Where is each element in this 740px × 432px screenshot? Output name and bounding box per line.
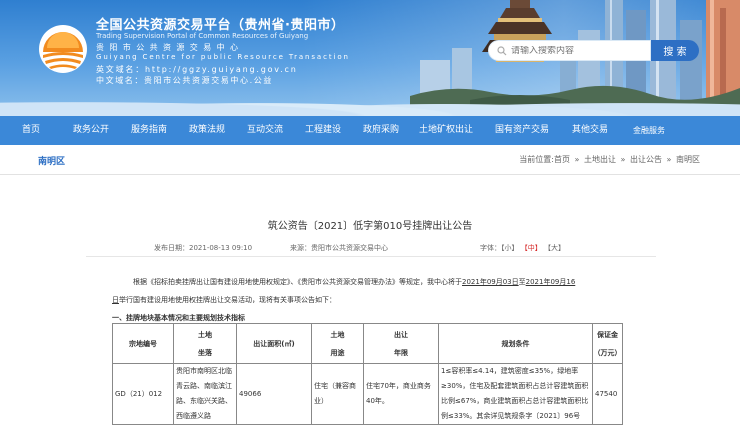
nav-item-other-trading[interactable]: 其他交易 <box>562 116 618 145</box>
breadcrumb-link-home[interactable]: 首页 <box>554 155 570 164</box>
breadcrumb-prefix: 当前位置: <box>519 155 554 164</box>
search-input[interactable] <box>511 45 631 56</box>
end-date: 2021年09月16 <box>525 278 576 286</box>
col-header-deposit-line1: 保证金 <box>597 330 618 339</box>
nav-item-home[interactable]: 首页 <box>0 116 62 145</box>
col-header-planning: 规划条件 <box>438 323 593 364</box>
col-header-term-line1: 出让 <box>394 330 408 339</box>
chinese-domain: 中文域名：贵阳市公共资源交易中心.公益 <box>96 76 273 85</box>
search-button[interactable]: 搜 索 <box>651 40 699 61</box>
site-title: 全国公共资源交易平台（贵州省·贵阳市） <box>96 18 345 33</box>
main-nav: 首页 政务公开 服务指南 政策法规 互动交流 工程建设 政府采购 土地矿权出让 … <box>0 116 740 145</box>
section-heading: 一、挂牌地块基本情况和主要规划技术指标 <box>112 314 245 322</box>
intro-paragraph-line2: 日举行国有建设用地使用权挂牌出让交易活动，现将有关事项公告如下： <box>112 295 336 305</box>
intro-paragraph-line1: 根据《招标拍卖挂牌出让国有建设用地使用权规定》、《贵阳市公共资源交易管理办法》等… <box>133 277 575 287</box>
cell-term: 住宅70年，商业商务40年。 <box>363 363 439 425</box>
nav-item-construction[interactable]: 工程建设 <box>294 116 352 145</box>
col-header-area: 出让面积(㎡) <box>236 323 312 364</box>
nav-item-land-mining[interactable]: 土地矿权出让 <box>410 116 482 145</box>
breadcrumb: 当前位置:首页 » 土地出让 » 出让公告 » 南明区 <box>519 154 700 165</box>
intro-text: 根据《招标拍卖挂牌出让国有建设用地使用权规定》、《贵阳市公共资源交易管理办法》等… <box>133 278 462 286</box>
font-large-button[interactable]: 【大】 <box>544 244 565 252</box>
nav-item-procurement[interactable]: 政府采购 <box>352 116 410 145</box>
breadcrumb-separator: » <box>620 155 626 164</box>
col-header-location-line2: 坐落 <box>198 348 212 357</box>
table-row: GD（21）012 贵阳市南明区北临青云路、南临滨江路、东临兴关路、西临遵义路 … <box>112 363 623 425</box>
col-header-deposit: 保证金 （万元） <box>592 323 623 364</box>
publish-date: 发布日期：2021-08-13 09:10 <box>154 244 253 252</box>
col-header-parcel: 宗地编号 <box>112 323 174 364</box>
breadcrumb-link-notices[interactable]: 出让公告 <box>630 155 662 164</box>
breadcrumb-separator: » <box>666 155 672 164</box>
intro-to: 至 <box>518 278 526 286</box>
col-header-term-line2: 年限 <box>394 348 408 357</box>
col-header-deposit-line2: （万元） <box>593 348 622 357</box>
english-domain: 英文域名：http://ggzy.guiyang.gov.cn <box>96 65 298 74</box>
search-box <box>488 40 651 61</box>
col-header-use: 土地 用途 <box>311 323 364 364</box>
breadcrumb-bar: 南明区 当前位置:首页 » 土地出让 » 出让公告 » 南明区 <box>0 145 740 175</box>
nav-item-financial[interactable]: 金融服务 <box>618 116 680 145</box>
font-size-label: 字体： <box>480 244 501 252</box>
col-header-use-line2: 用途 <box>330 348 345 357</box>
col-header-location: 土地 坐落 <box>173 323 237 364</box>
nav-item-policies[interactable]: 政策法规 <box>178 116 236 145</box>
cell-deposit: 47540 <box>592 363 623 425</box>
article-source: 来源：贵阳市公共资源交易中心 <box>290 244 388 252</box>
nav-item-service-guide[interactable]: 服务指南 <box>120 116 178 145</box>
cell-planning: 1≤容积率≤4.14，建筑密度≤35%，绿地率≥30%，住宅及配套建筑面积占总计… <box>438 363 593 425</box>
site-subtitle: 贵阳市公共资源交易中心 <box>96 43 244 52</box>
nav-item-state-assets[interactable]: 国有资产交易 <box>482 116 562 145</box>
start-date: 2021年09月03日 <box>462 278 519 286</box>
col-header-term: 出让 年限 <box>363 323 439 364</box>
site-header: 全国公共资源交易平台（贵州省·贵阳市） Trading Supervision … <box>0 0 740 116</box>
col-header-use-line1: 土地 <box>330 330 345 339</box>
col-header-location-line1: 土地 <box>198 330 212 339</box>
site-logo-icon <box>39 25 87 73</box>
font-size-controls: 字体：【小】 【中】 【大】 <box>480 243 565 253</box>
nav-item-government-affairs[interactable]: 政务公开 <box>62 116 120 145</box>
breadcrumb-separator: » <box>574 155 580 164</box>
site-subtitle-english: Guiyang Centre for public Resource Trans… <box>96 53 350 61</box>
search-icon <box>497 45 507 55</box>
parcel-table: 宗地编号 土地 坐落 出让面积(㎡) 土地 用途 出让 年限 规划条件 保证金 … <box>112 323 623 425</box>
cell-location: 贵阳市南明区北临青云路、南临滨江路、东临兴关路、西临遵义路 <box>173 363 237 425</box>
cell-parcel: GD（21）012 <box>112 363 174 425</box>
article-title: 筑公资告〔2021〕低字第010号挂牌出让公告 <box>267 221 473 232</box>
table-header-row: 宗地编号 土地 坐落 出让面积(㎡) 土地 用途 出让 年限 规划条件 保证金 … <box>112 323 623 364</box>
breadcrumb-link-district[interactable]: 南明区 <box>676 155 700 164</box>
meta-divider <box>86 256 656 257</box>
intro-text-cont: 举行国有建设用地使用权挂牌出让交易活动，现将有关事项公告如下： <box>119 296 336 304</box>
nav-item-interaction[interactable]: 互动交流 <box>236 116 294 145</box>
font-medium-button[interactable]: 【中】 <box>521 244 542 252</box>
site-title-english: Trading Supervision Portal of Common Res… <box>96 32 309 40</box>
cell-area: 49066 <box>236 363 312 425</box>
end-date-suffix: 日 <box>112 296 119 304</box>
district-title: 南明区 <box>38 157 66 167</box>
breadcrumb-link-land[interactable]: 土地出让 <box>584 155 616 164</box>
clouds-decoration <box>0 84 740 116</box>
cell-use: 住宅（兼容商业） <box>311 363 364 425</box>
font-small-button[interactable]: 【小】 <box>501 244 519 252</box>
